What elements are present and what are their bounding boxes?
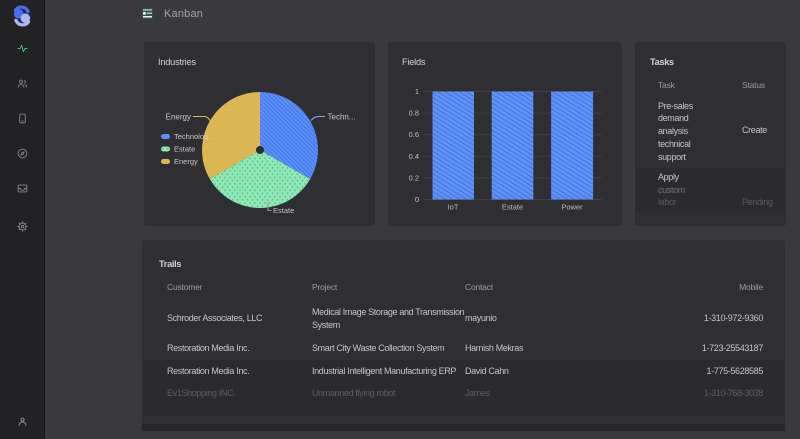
svg-text:Energy: Energy (166, 113, 191, 122)
svg-text:Technolog...: Technolog... (174, 132, 214, 141)
svg-text:Energy: Energy (174, 157, 198, 166)
svg-text:Estate: Estate (174, 145, 195, 154)
svg-text:1: 1 (415, 87, 419, 96)
svg-text:Techn...: Techn... (328, 113, 356, 122)
svg-text:IoT: IoT (448, 203, 459, 212)
svg-text:0.8: 0.8 (409, 109, 419, 118)
svg-text:Estate: Estate (502, 203, 523, 212)
svg-text:0: 0 (415, 195, 419, 204)
svg-text:Estate: Estate (273, 206, 294, 215)
svg-text:0.2: 0.2 (409, 173, 419, 182)
svg-text:0.6: 0.6 (409, 130, 419, 139)
svg-text:0.4: 0.4 (409, 152, 419, 161)
svg-text:Power: Power (561, 203, 583, 212)
